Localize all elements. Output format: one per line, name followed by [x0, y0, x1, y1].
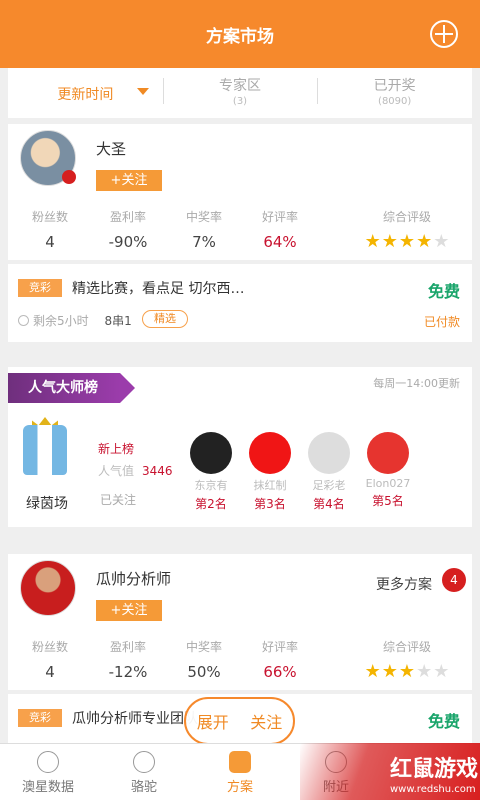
rank-item[interactable]: 东京有 第2名	[183, 432, 239, 512]
rating-stars: ★ ★ ★ ★ ★	[352, 231, 462, 252]
star-icon: ★	[381, 231, 398, 252]
heart-icon	[62, 170, 76, 184]
payment-status: 已付款	[423, 315, 460, 329]
page-title: 方案市场	[206, 27, 274, 47]
overall-rating: 综合评级 ★ ★ ★ ★ ★	[352, 208, 462, 252]
watermark: 红鼠游戏 www.redshu.com	[300, 743, 480, 800]
plan-price: 免费	[427, 712, 460, 731]
rating-stars: ★ ★ ★ ★ ★	[352, 661, 462, 682]
profit-stat: 盈利率 -12%	[108, 640, 148, 681]
expert-stats: 粉丝数 4 盈利率 -90% 中奖率 7% 好评率 64% 综合评级 ★ ★ ★ ★ ★	[8, 208, 472, 258]
star-icon: ★	[398, 661, 416, 682]
star-icon: ★	[416, 231, 433, 252]
filter-expert-zone[interactable]: 专家区 (3)	[162, 68, 318, 118]
star-icon: ★	[433, 231, 450, 252]
overall-rating: 综合评级 ★ ★ ★ ★ ★	[352, 638, 462, 682]
star-icon: ★	[364, 661, 381, 682]
expert-name[interactable]: 瓜帅分析师	[96, 568, 171, 589]
filter-drawn[interactable]: 已开奖 (8090)	[317, 68, 472, 118]
rank-item[interactable]: Elon027 第5名	[360, 432, 416, 509]
filter-label: 已开奖	[373, 78, 416, 94]
filter-count: (8090)	[378, 96, 412, 107]
popularity: 人气值 3446	[98, 464, 173, 478]
plan-title[interactable]: 瓜帅分析师专业团队	[72, 708, 198, 728]
rating-stat: 好评率 64%	[261, 210, 298, 251]
chevron-down-icon	[136, 88, 149, 95]
filter-label: 专家区	[219, 78, 261, 94]
plan-meta: 剩余5小时 8串1	[18, 312, 132, 329]
star-icon: ★	[433, 661, 450, 682]
nav-plan[interactable]: 方案	[192, 744, 288, 800]
fans-stat: 粉丝数 4	[31, 210, 68, 251]
expert-stats: 粉丝数 4 盈利率 -12% 中奖率 50% 好评率 66% 综合评级 ★ ★ ★ ★ ★	[8, 638, 472, 688]
filter-bar: 更新时间 专家区 (3) 已开奖 (8090)	[8, 68, 472, 118]
rating-stat: 好评率 66%	[261, 640, 298, 681]
star-icon: ★	[381, 661, 398, 682]
plan-card[interactable]: 竞彩 精选比赛，看点足 切尔西… 免费 剩余5小时 8串1 精选 已付款	[8, 264, 472, 342]
plan-price: 免费	[427, 282, 460, 301]
expand-button[interactable]: 展开	[197, 709, 229, 733]
plan-badge: 精选	[142, 310, 188, 328]
leader-avatar[interactable]	[23, 425, 67, 475]
win-stat: 中奖率 7%	[185, 210, 222, 251]
plan-count-badge: 4	[442, 568, 466, 592]
floating-actions[interactable]: 展开 关注	[184, 697, 295, 745]
star-icon: ★	[398, 231, 416, 252]
follow-button[interactable]: +关注	[96, 170, 162, 191]
star-icon: ★	[364, 231, 381, 252]
plan-icon	[229, 751, 251, 773]
follow-action-button[interactable]: 关注	[250, 709, 282, 733]
follow-button[interactable]: +关注	[96, 600, 162, 621]
rank-item[interactable]: 抹红制 第3名	[242, 432, 298, 512]
filter-update-time[interactable]: 更新时间	[8, 68, 163, 118]
plan-tag: 竞彩	[18, 279, 62, 297]
more-plans-link[interactable]: 更多方案	[376, 574, 432, 594]
fans-stat: 粉丝数 4	[31, 640, 68, 681]
clock-icon	[18, 315, 29, 326]
plan-title[interactable]: 精选比赛，看点足 切尔西…	[72, 278, 244, 298]
grid-icon[interactable]	[430, 20, 458, 48]
expert-name[interactable]: 大圣	[96, 138, 126, 159]
leader-name[interactable]: 绿茵场	[26, 493, 68, 513]
rank-item[interactable]: 足彩老 第4名	[301, 432, 357, 512]
filter-count: (3)	[232, 96, 248, 107]
star-icon: ★	[416, 661, 433, 682]
new-rank: 新上榜	[98, 442, 135, 456]
profit-stat: 盈利率 -90%	[108, 210, 148, 251]
plan-tag: 竞彩	[18, 709, 62, 727]
ranking-card[interactable]: 人气大师榜 每周一14:00更新 绿茵场 新上榜 人气值 3446 已关注 东京有…	[8, 367, 472, 527]
expert-card[interactable]: 大圣 +关注 粉丝数 4 盈利率 -90% 中奖率 7% 好评率 64% 综合评级 ★ ★…	[8, 124, 472, 260]
ranking-title: 人气大师榜	[8, 373, 135, 403]
avatar[interactable]	[20, 560, 76, 616]
star-icon	[37, 751, 59, 773]
top-bar: 方案市场	[0, 0, 480, 68]
followed-status: 已关注	[100, 493, 137, 507]
nav-camel[interactable]: 骆驼	[96, 744, 192, 800]
ranking-update: 每周一14:00更新	[373, 377, 460, 390]
camel-icon	[133, 751, 155, 773]
expert-card[interactable]: 瓜帅分析师 +关注 更多方案 4 粉丝数 4 盈利率 -12% 中奖率 50% 好评率…	[8, 554, 472, 690]
win-stat: 中奖率 50%	[185, 640, 222, 681]
nav-aoxing-data[interactable]: 澳星数据	[0, 744, 96, 800]
